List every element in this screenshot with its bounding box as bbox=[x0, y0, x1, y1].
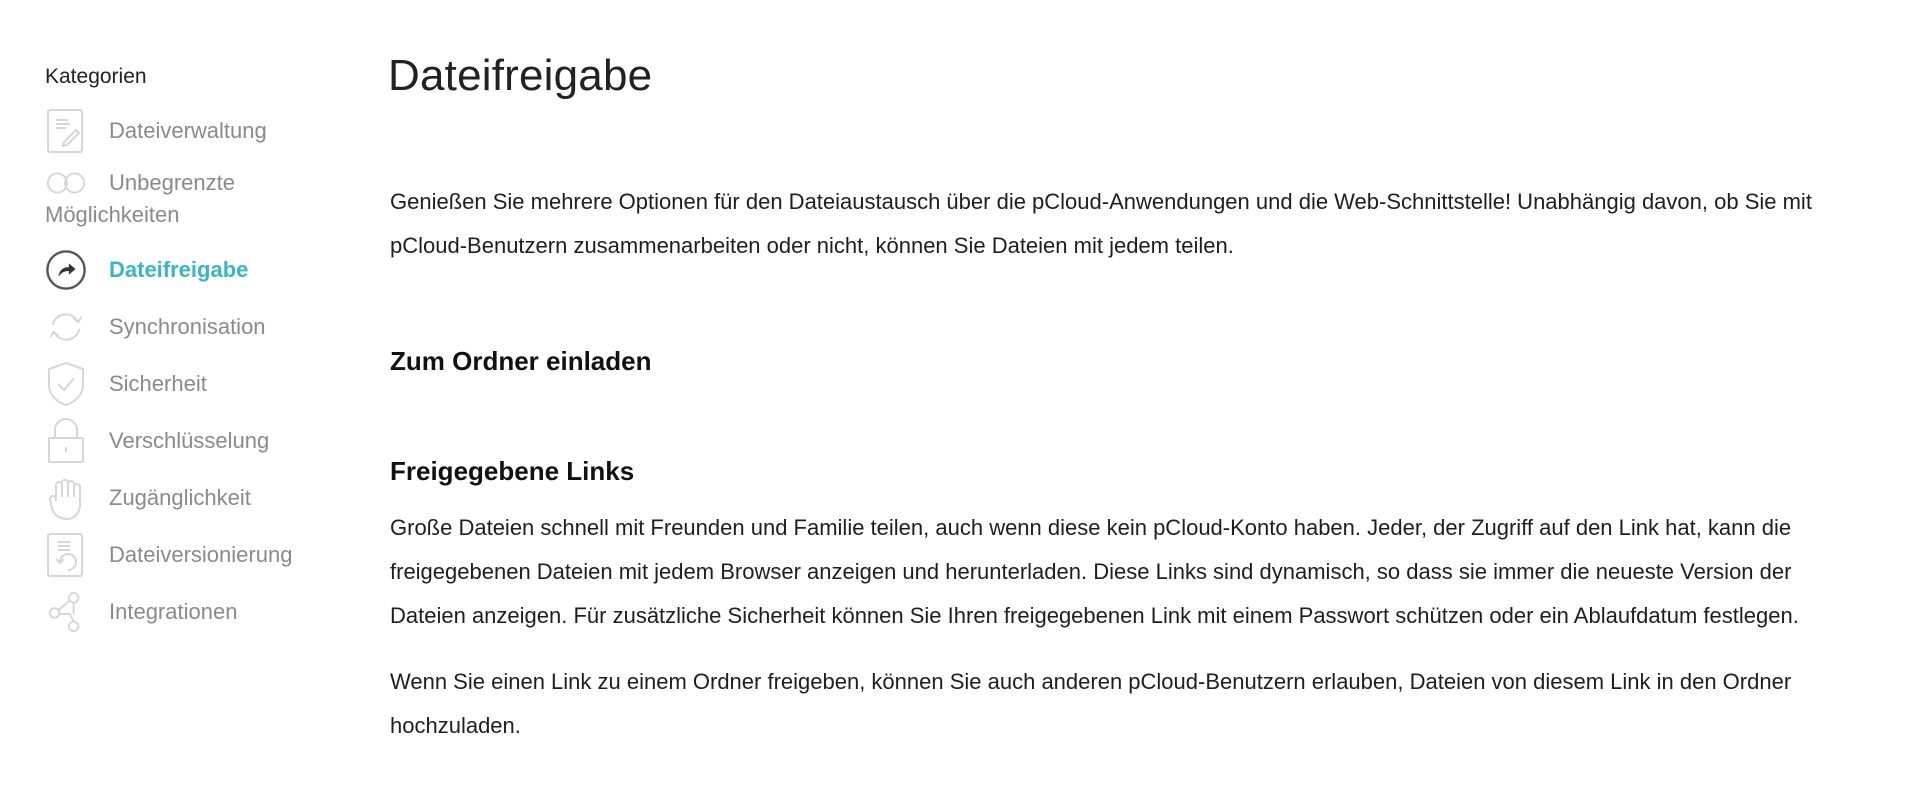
sync-icon bbox=[45, 304, 87, 350]
sidebar-item-label: Synchronisation bbox=[109, 313, 266, 339]
sidebar-item-label: Dateiversionierung bbox=[109, 541, 293, 567]
sidebar-item-dateifreigabe[interactable]: Dateifreigabe bbox=[45, 241, 345, 298]
hand-icon bbox=[45, 475, 87, 521]
sidebar-item-label: Zugänglichkeit bbox=[109, 484, 251, 510]
sidebar-item-dateiverwaltung[interactable]: Dateiverwaltung bbox=[45, 102, 345, 159]
sidebar-item-label: Dateifreigabe bbox=[109, 256, 249, 282]
sidebar-item-label: Unbegrenzte bbox=[109, 170, 235, 195]
section-heading-shared-links: Freigegebene Links bbox=[390, 456, 635, 486]
intro-paragraph: Genießen Sie mehrere Optionen für den Da… bbox=[390, 189, 1812, 258]
main-content: Dateifreigabe Genießen Sie mehrere Optio… bbox=[388, 48, 1890, 748]
sidebar-item-label: Dateiverwaltung bbox=[109, 117, 267, 143]
infinity-icon bbox=[45, 160, 87, 206]
sidebar-title: Kategorien bbox=[45, 65, 147, 88]
sidebar-item-zugaenglichkeit[interactable]: Zugänglichkeit bbox=[45, 469, 345, 526]
sidebar-item-dateiversionierung[interactable]: Dateiversionierung bbox=[45, 526, 345, 583]
integrations-icon bbox=[45, 589, 87, 635]
category-sidebar: Kategorien Dateiverwaltung Unbegrenzte M… bbox=[45, 62, 345, 640]
sidebar-item-integrationen[interactable]: Integrationen bbox=[45, 583, 345, 640]
sidebar-item-sicherheit[interactable]: Sicherheit bbox=[45, 355, 345, 412]
shared-links-paragraph: Große Dateien schnell mit Freunden und F… bbox=[390, 515, 1799, 628]
sidebar-item-label: Sicherheit bbox=[109, 370, 207, 396]
lock-icon bbox=[45, 417, 87, 464]
sidebar-item-unbegrenzte-moeglichkeiten[interactable]: Unbegrenzte bbox=[45, 159, 345, 207]
sidebar-item-synchronisation[interactable]: Synchronisation bbox=[45, 298, 345, 355]
document-restore-icon bbox=[45, 532, 87, 578]
sidebar-item-label: Verschlüsselung bbox=[109, 427, 270, 453]
share-arrow-icon bbox=[45, 247, 87, 293]
page-title: Dateifreigabe bbox=[388, 51, 653, 100]
category-list: Dateiverwaltung Unbegrenzte Möglichkeite… bbox=[45, 102, 345, 640]
sidebar-item-verschluesselung[interactable]: Verschlüsselung bbox=[45, 412, 345, 469]
folder-upload-paragraph: Wenn Sie einen Link zu einem Ordner frei… bbox=[390, 669, 1792, 738]
section-heading-invite-to-folder: Zum Ordner einladen bbox=[390, 346, 652, 376]
page: Kategorien Dateiverwaltung Unbegrenzte M… bbox=[0, 0, 1920, 808]
shield-check-icon bbox=[45, 361, 87, 407]
sidebar-item-label: Integrationen bbox=[109, 598, 238, 624]
document-edit-icon bbox=[45, 108, 87, 154]
